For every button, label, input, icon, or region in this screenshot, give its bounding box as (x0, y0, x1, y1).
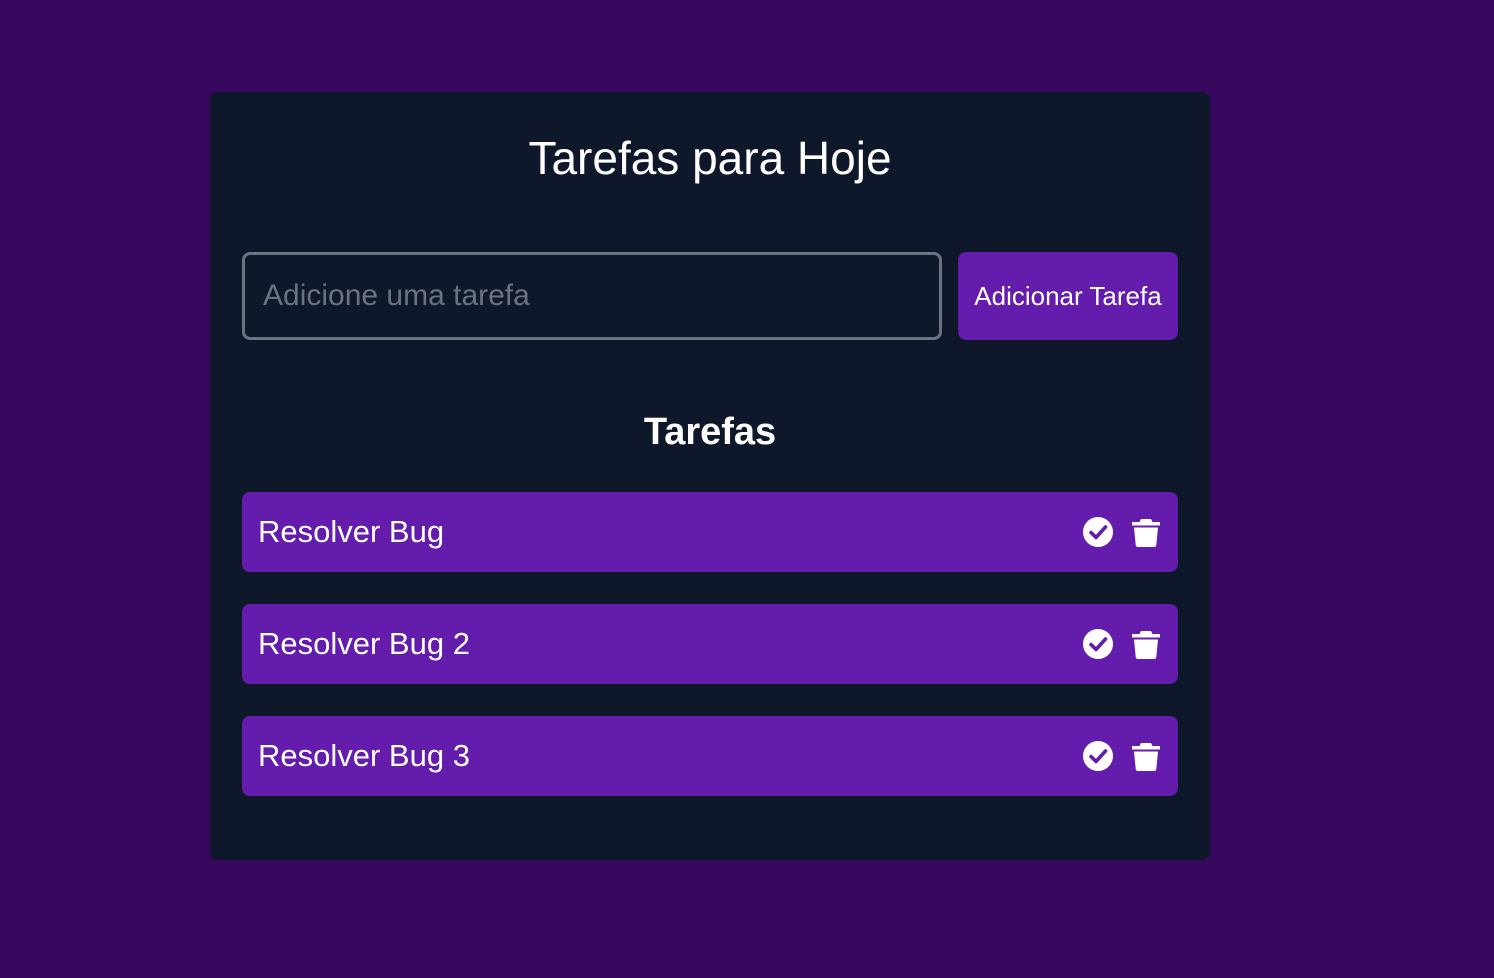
task-item: Resolver Bug 3 (242, 716, 1178, 796)
page-title: Tarefas para Hoje (528, 132, 892, 184)
task-label: Resolver Bug 3 (258, 738, 470, 773)
trash-icon[interactable] (1130, 740, 1162, 772)
task-item: Resolver Bug (242, 492, 1178, 572)
task-list: Resolver Bug Resolver Bug 2 Resolver Bug… (242, 492, 1178, 828)
add-task-button[interactable]: Adicionar Tarefa (958, 252, 1178, 340)
task-label: Resolver Bug 2 (258, 626, 470, 661)
task-item: Resolver Bug 2 (242, 604, 1178, 684)
trash-icon[interactable] (1130, 516, 1162, 548)
check-circle-icon[interactable] (1082, 516, 1114, 548)
trash-icon[interactable] (1130, 628, 1162, 660)
tasks-heading: Tarefas (643, 411, 777, 453)
task-input[interactable] (242, 252, 942, 340)
check-circle-icon[interactable] (1082, 628, 1114, 660)
todo-card: Tarefas para Hoje Adicionar Tarefa Taref… (210, 92, 1210, 860)
add-task-form: Adicionar Tarefa (242, 252, 1178, 340)
task-label: Resolver Bug (258, 514, 445, 549)
check-circle-icon[interactable] (1082, 740, 1114, 772)
